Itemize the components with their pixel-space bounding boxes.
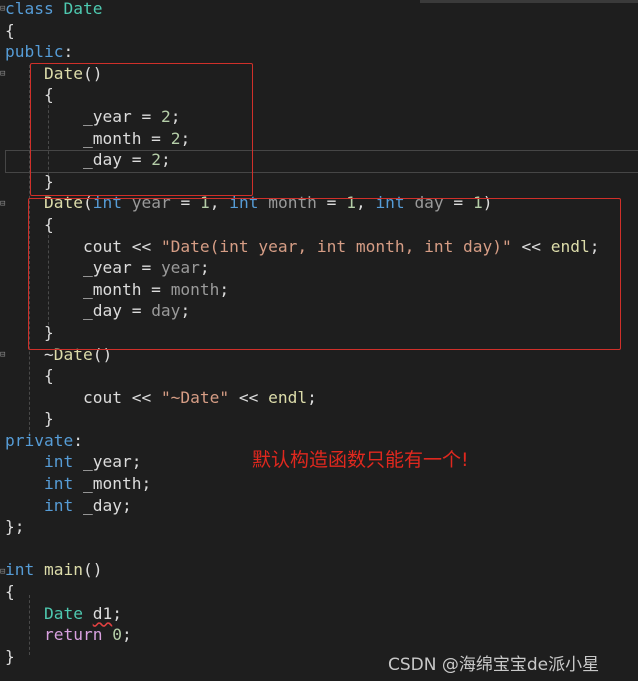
code-line[interactable]: public: bbox=[5, 41, 600, 63]
code-token: int bbox=[43, 474, 74, 494]
code-token: _month; bbox=[73, 474, 152, 494]
code-token: int bbox=[43, 495, 74, 515]
annotation-box-default-ctor bbox=[30, 63, 253, 196]
code-token: return bbox=[43, 625, 103, 645]
code-line[interactable]: { bbox=[5, 365, 600, 387]
code-token: private bbox=[5, 430, 74, 450]
code-line[interactable]: } bbox=[5, 408, 600, 430]
annotation-box-param-ctor bbox=[28, 198, 621, 350]
code-token: d1 bbox=[92, 603, 113, 623]
code-token: } bbox=[5, 646, 15, 666]
code-token: endl bbox=[268, 387, 308, 407]
code-token: _year; bbox=[73, 452, 142, 472]
code-line[interactable] bbox=[5, 538, 600, 560]
code-line[interactable]: Date d1; bbox=[5, 603, 600, 625]
code-token: ; bbox=[112, 603, 122, 623]
code-token: "~Date" bbox=[160, 387, 230, 407]
code-token: : bbox=[73, 430, 83, 450]
code-token: Date bbox=[63, 0, 103, 18]
code-token: ; bbox=[307, 387, 317, 407]
code-token: { bbox=[5, 582, 15, 602]
code-line[interactable]: { bbox=[5, 581, 600, 603]
watermark: CSDN @海绵宝宝de派小星 bbox=[388, 655, 600, 675]
code-token: int bbox=[5, 560, 35, 580]
code-line[interactable]: { bbox=[5, 20, 600, 42]
code-token: Date bbox=[43, 603, 83, 623]
code-line[interactable]: cout << "~Date" << endl; bbox=[5, 387, 600, 409]
code-line[interactable]: int _month; bbox=[5, 473, 600, 495]
code-token: () bbox=[82, 560, 103, 580]
code-token: class bbox=[5, 0, 54, 18]
code-line[interactable]: int main() bbox=[5, 559, 600, 581]
code-token: ; bbox=[121, 625, 132, 645]
code-line[interactable]: class Date bbox=[5, 0, 600, 20]
code-token: cout << bbox=[5, 387, 161, 407]
code-line[interactable]: }; bbox=[5, 516, 600, 538]
code-token: }; bbox=[5, 517, 25, 537]
code-line[interactable]: int _day; bbox=[5, 495, 600, 517]
code-token: public bbox=[5, 42, 64, 62]
code-token: { bbox=[5, 366, 54, 386]
code-token: } bbox=[5, 409, 54, 429]
annotation-note: 默认构造函数只能有一个! bbox=[252, 449, 469, 471]
code-token: _day; bbox=[73, 495, 132, 515]
code-token: : bbox=[63, 42, 74, 62]
code-token: 0 bbox=[112, 625, 122, 645]
code-line[interactable]: return 0; bbox=[5, 624, 600, 646]
code-token: main bbox=[44, 560, 83, 580]
code-token: << bbox=[229, 387, 269, 407]
code-token: int bbox=[43, 452, 74, 472]
code-token: { bbox=[5, 20, 15, 40]
